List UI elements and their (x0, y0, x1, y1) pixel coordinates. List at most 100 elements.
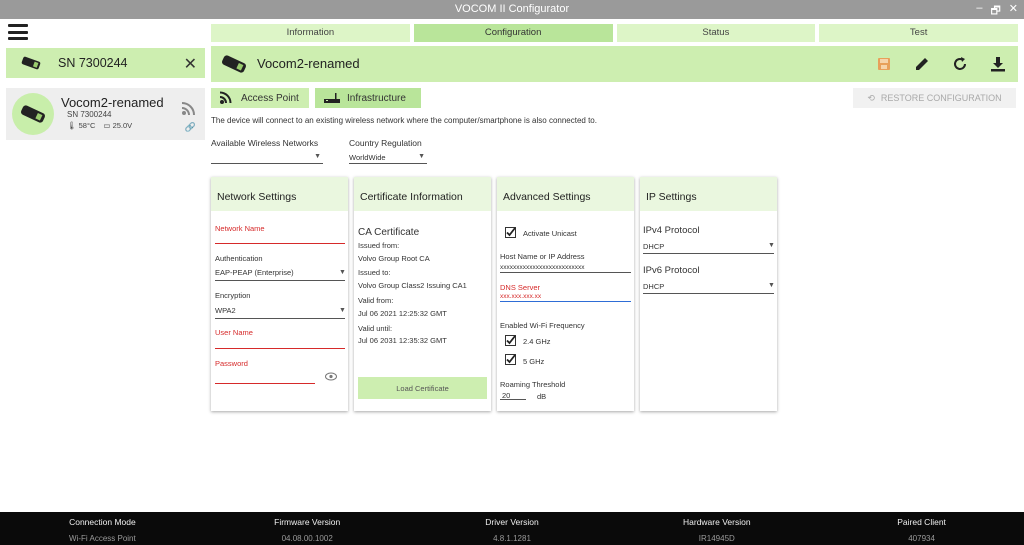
country-regulation-select[interactable]: WorldWide ▼ (349, 152, 427, 164)
device-name: Vocom2-renamed (257, 56, 360, 71)
unicast-checkbox[interactable] (505, 227, 516, 238)
save-icon[interactable] (874, 54, 894, 74)
user-name-underline (215, 348, 345, 349)
voltage-value: ▭ 25.0V (103, 121, 133, 130)
link-icon: 🔗 (184, 122, 196, 132)
ca-certificate-title: CA Certificate (358, 227, 420, 238)
window-title: VOCOM II Configurator (454, 3, 570, 15)
chevron-down-icon: ▼ (418, 153, 425, 160)
user-name-input[interactable] (215, 338, 345, 348)
advanced-settings-title: Advanced Settings (497, 177, 634, 211)
infrastructure-label: Infrastructure (347, 92, 406, 104)
valid-from-label: Valid from: (358, 296, 394, 305)
wireless-networks-select[interactable]: ▼ (211, 152, 323, 164)
wifi-frequency-label: Enabled Wi-Fi Frequency (500, 321, 585, 330)
chevron-down-icon: ▼ (339, 269, 346, 276)
roaming-underline (500, 399, 526, 400)
tab-test[interactable]: Test (819, 24, 1018, 42)
password-underline (215, 383, 315, 384)
restore-icon: ⟲ (867, 92, 875, 103)
password-label: Password (215, 359, 248, 368)
roaming-threshold-label: Roaming Threshold (500, 380, 566, 389)
country-regulation-label: Country Regulation (349, 138, 422, 148)
device-icon (221, 55, 247, 73)
dns-label: DNS Server (500, 283, 541, 292)
network-settings-card: Network Settings Network Name Authentica… (211, 177, 348, 411)
frequency-24-checkbox[interactable] (505, 335, 516, 346)
roaming-unit: dB (537, 392, 547, 401)
valid-from-value: Jul 06 2021 12:25:32 GMT (358, 309, 447, 318)
device-avatar (12, 93, 54, 135)
host-underline (500, 272, 631, 273)
chevron-down-icon: ▼ (339, 307, 346, 314)
status-footer: Connection Mode Wi-Fi Access Point Firmwa… (0, 512, 1024, 545)
ip-settings-title: IP Settings (640, 177, 777, 211)
user-name-label: User Name (215, 328, 253, 337)
temperature-value: 🌡 58°C (67, 121, 96, 130)
tab-information[interactable]: Information (211, 24, 410, 42)
device-actions (874, 54, 1008, 74)
encryption-underline (215, 318, 345, 319)
frequency-5-label: 5 GHz (523, 357, 545, 366)
valid-until-label: Valid until: (358, 324, 393, 333)
restore-configuration-button[interactable]: ⟲ RESTORE CONFIGURATION (853, 88, 1016, 108)
certificate-info-title: Certificate Information (354, 177, 491, 211)
chevron-down-icon: ▼ (314, 153, 321, 160)
ipv6-select[interactable]: DHCP (643, 282, 774, 291)
device-header-bar: Vocom2-renamed (211, 46, 1018, 82)
download-icon[interactable] (988, 54, 1008, 74)
restore-icon[interactable]: 🗗 (990, 2, 1000, 21)
refresh-icon[interactable] (950, 54, 970, 74)
wifi-icon (219, 91, 232, 104)
ipv4-select[interactable]: DHCP (643, 242, 774, 251)
valid-until-value: Jul 06 2031 12:35:32 GMT (358, 336, 447, 345)
infrastructure-button[interactable]: Infrastructure (315, 88, 421, 108)
ipv4-underline (643, 253, 774, 254)
device-card-serial: SN 7300244 (67, 110, 112, 119)
mode-description: The device will connect to an existing w… (211, 116, 597, 125)
tab-status[interactable]: Status (616, 24, 816, 42)
window-titlebar: VOCOM II Configurator – 🗗 ✕ (0, 0, 1024, 19)
device-icon (21, 56, 41, 70)
footer-driver-version: Driver Version 4.8.1.1281 (485, 517, 539, 543)
ipv6-label: IPv6 Protocol (643, 265, 700, 276)
advanced-settings-card: Advanced Settings Activate Unicast Host … (497, 177, 634, 411)
host-input[interactable]: xxxxxxxxxxxxxxxxxxxxxxxxxx (500, 264, 585, 271)
chevron-down-icon: ▼ (768, 242, 775, 249)
issued-from-value: Volvo Group Root CA (358, 254, 430, 263)
encryption-select[interactable]: WPA2 (215, 306, 345, 315)
chevron-down-icon: ▼ (768, 282, 775, 289)
frequency-5-checkbox[interactable] (505, 354, 516, 365)
sidebar-selected-device[interactable]: SN 7300244 ✕ (6, 48, 205, 78)
certificate-info-card: Certificate Information CA Certificate I… (354, 177, 491, 411)
device-icon (20, 105, 46, 123)
menu-icon[interactable] (8, 24, 28, 40)
main-tabs: Information Configuration Status Test (211, 24, 1018, 42)
network-name-input[interactable] (215, 233, 345, 243)
authentication-select[interactable]: EAP-PEAP (Enterprise) (215, 268, 345, 277)
eye-icon[interactable] (325, 372, 337, 381)
close-icon[interactable]: ✕ (184, 54, 197, 74)
footer-hardware-version: Hardware Version IR14945D (683, 517, 751, 543)
access-point-button[interactable]: Access Point (211, 88, 309, 108)
password-input[interactable] (215, 373, 313, 383)
thermometer-icon: 🌡 (67, 121, 77, 130)
frequency-24-label: 2.4 GHz (523, 337, 551, 346)
dns-input[interactable]: xxx.xxx.xxx.xx (500, 293, 541, 300)
router-icon (324, 93, 340, 103)
close-icon[interactable]: ✕ (1009, 2, 1018, 21)
minimize-icon[interactable]: – (976, 2, 982, 21)
load-certificate-button[interactable]: Load Certificate (358, 377, 487, 399)
network-name-label: Network Name (215, 224, 265, 233)
device-card[interactable]: Vocom2-renamed SN 7300244 🌡 58°C ▭ 25.0V… (6, 88, 205, 140)
dns-underline (500, 301, 631, 302)
footer-paired-client: Paired Client 407934 (897, 517, 946, 543)
device-card-name: Vocom2-renamed (61, 95, 164, 110)
edit-icon[interactable] (912, 54, 932, 74)
access-point-label: Access Point (241, 92, 299, 104)
host-label: Host Name or IP Address (500, 252, 585, 261)
restore-configuration-label: RESTORE CONFIGURATION (880, 93, 1002, 103)
tab-configuration[interactable]: Configuration (413, 24, 613, 42)
device-card-stats: 🌡 58°C ▭ 25.0V (67, 121, 132, 130)
footer-firmware-version: Firmware Version 04.08.00.1002 (274, 517, 341, 543)
